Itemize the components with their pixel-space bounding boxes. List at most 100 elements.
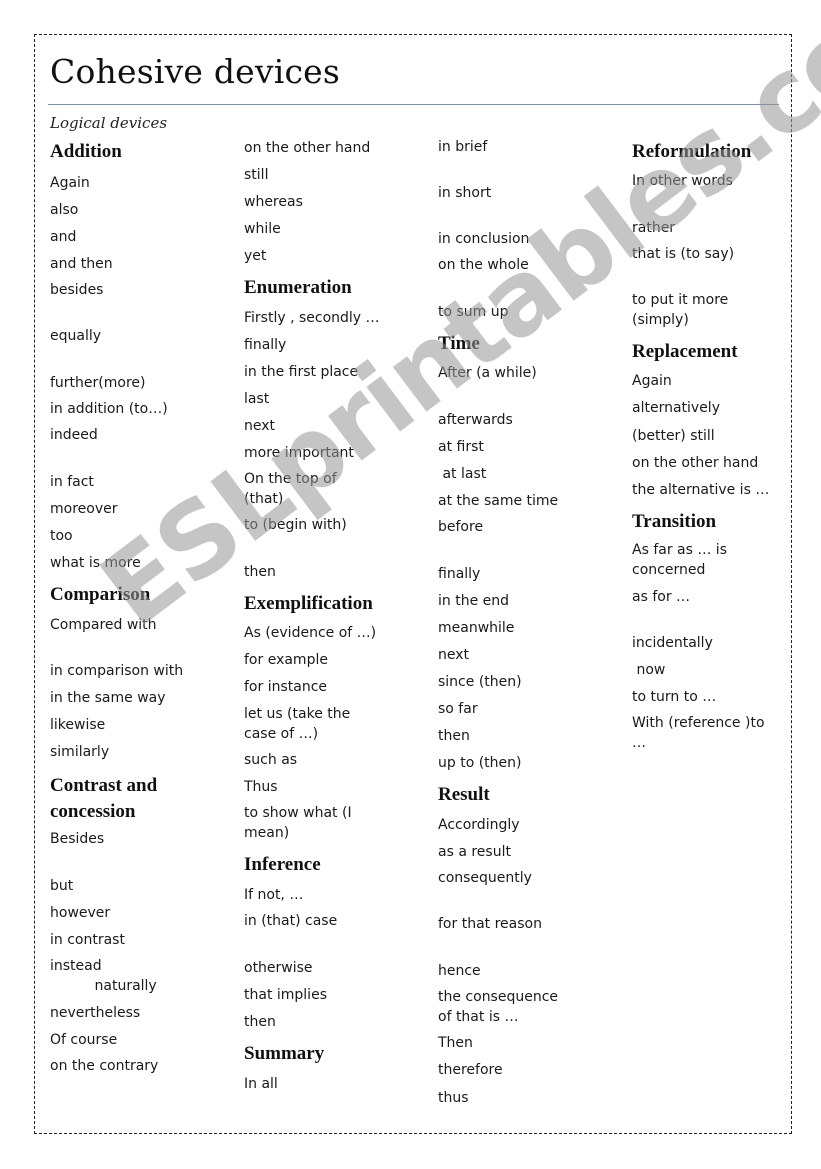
device-term: such as [244,752,298,768]
device-term: As far as … is concerned [632,542,727,578]
device-term: then [438,728,470,744]
device-term: and then [50,256,113,272]
device-term: and [50,229,77,245]
device-term: as for … [632,589,691,605]
device-term: finally [438,566,481,582]
device-term: besides [50,282,104,298]
document-title: Cohesive devices [50,52,341,91]
device-term: now [632,662,666,678]
device-term: too [50,528,73,544]
device-term: before [438,519,484,535]
device-term: instead naturally [50,958,157,994]
category-heading: Comparison [50,584,151,605]
device-term: in contrast [50,932,125,948]
device-term: incidentally [632,635,713,651]
device-term: in (that) case [244,913,338,929]
device-term: then [244,1014,276,1030]
device-term: nevertheless [50,1005,141,1021]
category-heading: Contrast and concession [50,775,158,822]
device-term: let us (take the case of …) [244,706,351,742]
category-heading: Enumeration [244,277,352,298]
device-term: for that reason [438,916,542,932]
device-term: next [438,647,470,663]
device-term: the alternative is … [632,482,770,498]
device-term: alternatively [632,400,720,416]
device-term: that implies [244,987,327,1003]
device-term: moreover [50,501,118,517]
device-term: more important [244,445,354,461]
device-term: If not, … [244,887,304,903]
device-term: in short [438,185,492,201]
category-heading: Addition [50,141,122,162]
device-term: Thus [244,779,278,795]
device-term: on the other hand [244,140,371,156]
device-term: to show what (I mean) [244,805,352,841]
device-term: in fact [50,474,94,490]
device-term: likewise [50,717,106,733]
device-term: meanwhile [438,620,515,636]
device-term: to (begin with) [244,517,347,533]
device-term: since (then) [438,674,522,690]
category-heading: Summary [244,1043,325,1064]
device-term: thus [438,1090,469,1106]
category-heading: Exemplification [244,593,373,614]
device-term: in comparison with [50,663,184,679]
device-term: Compared with [50,617,157,633]
device-term: while [244,221,281,237]
device-term: afterwards [438,412,513,428]
device-term: in the same way [50,690,166,706]
device-term: therefore [438,1062,503,1078]
device-term: at the same time [438,493,559,509]
device-term: to put it more (simply) [632,292,729,328]
device-term: With (reference )to … [632,715,765,751]
device-term: last [244,391,270,407]
device-term: otherwise [244,960,313,976]
device-term: to turn to … [632,689,717,705]
category-heading: Transition [632,511,717,532]
device-term: In other words [632,173,733,189]
device-term: in the first place [244,364,359,380]
device-term: Of course [50,1032,118,1048]
section-subtitle: Logical devices [50,114,168,132]
device-term: still [244,167,269,183]
device-term: in brief [438,139,488,155]
device-term: on the whole [438,257,529,273]
device-term: also [50,202,79,218]
device-term: Again [50,175,90,191]
device-term: however [50,905,111,921]
device-term: on the contrary [50,1058,159,1074]
device-term: similarly [50,744,110,760]
device-term: the consequence of that is … [438,989,559,1025]
device-term: Accordingly [438,817,520,833]
device-term: further(more) [50,375,146,391]
category-heading: Result [438,784,490,805]
device-term: In all [244,1076,278,1092]
device-term: up to (then) [438,755,522,771]
device-term: next [244,418,276,434]
device-term: for instance [244,679,328,695]
device-term: to sum up [438,304,509,320]
device-term: After (a while) [438,365,537,381]
device-term: at first [438,439,484,455]
device-term: in addition (to…) [50,401,168,417]
category-heading: Reformulation [632,141,752,162]
device-term: consequently [438,870,532,886]
device-term: at last [438,466,487,482]
device-term: as a result [438,844,511,860]
device-term: in the end [438,593,510,609]
device-term: on the other hand [632,455,759,471]
device-term: finally [244,337,287,353]
device-term: rather [632,220,676,236]
device-term: Besides [50,831,105,847]
device-term: in conclusion [438,231,530,247]
category-heading: Time [438,333,480,354]
device-term: Firstly , secondly … [244,310,380,326]
device-term: Again [632,373,672,389]
device-term: what is more [50,555,141,571]
device-term: On the top of (that) [244,471,337,507]
device-term: indeed [50,427,98,443]
device-term: Then [438,1035,473,1051]
device-term: that is (to say) [632,246,735,262]
device-term: for example [244,652,328,668]
device-term: hence [438,963,481,979]
